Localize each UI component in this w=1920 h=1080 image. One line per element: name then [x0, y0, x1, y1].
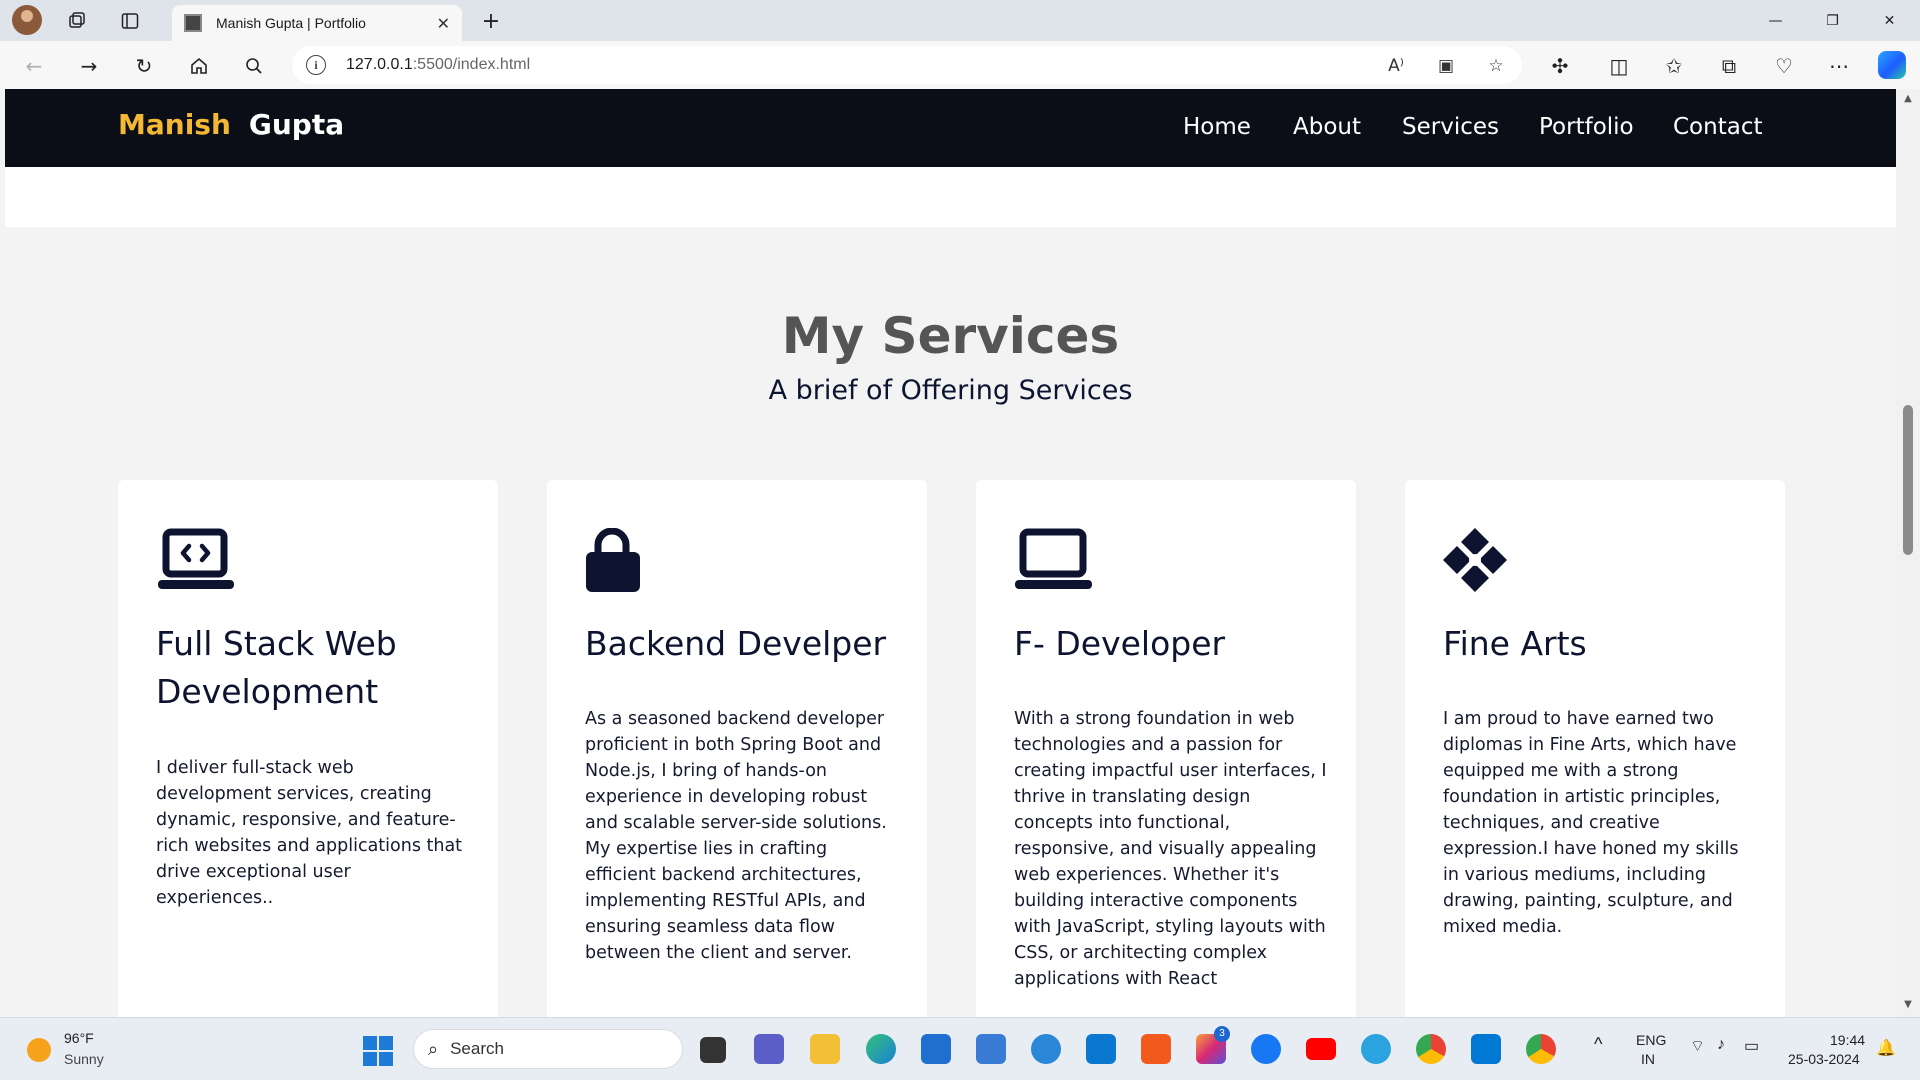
myhp-icon[interactable] [976, 1034, 1006, 1064]
tab-favicon [184, 14, 202, 32]
battery-icon[interactable]: ▭ [1744, 1036, 1759, 1056]
wifi-icon[interactable]: ⌔ [1690, 1036, 1705, 1056]
task-view-icon[interactable] [700, 1037, 726, 1063]
scrollbar-thumb[interactable] [1903, 405, 1913, 555]
vertical-scrollbar[interactable]: ▲ ▼ [1896, 89, 1920, 1017]
search-icon[interactable] [240, 52, 268, 80]
url-bar[interactable]: i 127.0.0.1:5500/index.html A⁾ ▣ ☆ [292, 46, 1522, 84]
cortana-icon[interactable] [1086, 1034, 1116, 1064]
address-toolbar: ← → ↻ i 127.0.0.1:5500/index.html A⁾ ▣ ☆… [0, 41, 1920, 89]
chrome-icon[interactable] [1416, 1034, 1446, 1064]
services-subtitle: A brief of Offering Services [768, 375, 1133, 406]
edge-icon[interactable] [866, 1034, 896, 1064]
services-title: My Services [781, 307, 1120, 365]
chrome-profile-icon[interactable] [1526, 1034, 1556, 1064]
instagram-badge: 3 [1214, 1026, 1230, 1042]
immersive-reader-icon[interactable]: ▣ [1432, 54, 1460, 78]
lock-icon [586, 528, 640, 592]
volume-icon[interactable]: ♪ [1717, 1036, 1725, 1054]
telegram-icon[interactable] [1361, 1034, 1391, 1064]
language-line2[interactable]: IN [1641, 1051, 1655, 1067]
service-card-fullstack: Full Stack Web Development I deliver ful… [118, 480, 498, 1017]
teams-icon[interactable] [754, 1034, 784, 1064]
weather-sun-icon[interactable] [27, 1038, 51, 1062]
search-icon: ⌕ [428, 1038, 439, 1060]
service-title: F- Developer [1014, 624, 1226, 663]
store-icon[interactable] [921, 1034, 951, 1064]
url-text[interactable]: 127.0.0.1:5500/index.html [346, 56, 530, 74]
back-icon[interactable]: ← [20, 52, 48, 80]
read-aloud-icon[interactable]: A⁾ [1382, 54, 1410, 78]
active-tab[interactable]: Manish Gupta | Portfolio ✕ [172, 5, 462, 41]
profile-avatar[interactable] [12, 5, 42, 35]
copilot-icon[interactable] [1878, 51, 1906, 79]
service-description: As a seasoned backend developer proficie… [585, 709, 887, 963]
previous-section-edge [5, 167, 1896, 227]
weather-description[interactable]: Sunny [64, 1051, 104, 1067]
favorite-star-icon[interactable]: ☆ [1482, 54, 1510, 78]
tab-close-icon[interactable]: ✕ [437, 14, 450, 33]
site-info-icon[interactable]: i [306, 55, 326, 75]
browser-essentials-icon[interactable]: ♡ [1770, 52, 1798, 80]
service-card-finearts: Fine Arts I am proud to have earned two … [1405, 480, 1785, 1017]
vscode-icon[interactable] [1471, 1034, 1501, 1064]
tab-title: Manish Gupta | Portfolio [216, 15, 366, 31]
minimize-button[interactable]: — [1748, 0, 1803, 41]
show-hidden-icons[interactable]: ^ [1594, 1034, 1602, 1055]
site-navbar: Manish Gupta Home About Services Portfoli… [5, 89, 1896, 167]
brand-last-name: Gupta [248, 108, 345, 141]
home-icon[interactable] [185, 52, 213, 80]
vertical-tabs-icon[interactable] [117, 8, 143, 34]
service-title: Full Stack Web Development [156, 624, 397, 711]
taskbar-search[interactable]: ⌕ Search [413, 1029, 683, 1069]
restore-button[interactable]: ❐ [1805, 0, 1860, 41]
youtube-icon[interactable] [1306, 1038, 1336, 1060]
service-title: Backend Develper [585, 624, 887, 663]
laptop-icon [1015, 528, 1092, 589]
service-description: With a strong foundation in web technolo… [1014, 709, 1327, 989]
browser-tab-bar: Manish Gupta | Portfolio ✕ + — ❐ ✕ [0, 0, 1920, 41]
weather-temperature[interactable]: 96°F [64, 1030, 94, 1046]
page-viewport: Manish Gupta Home About Services Portfoli… [5, 89, 1896, 1017]
extensions-icon[interactable]: ✣ [1546, 52, 1574, 80]
service-card-frontend: F- Developer With a strong foundation in… [976, 480, 1356, 1017]
start-button[interactable] [363, 1036, 393, 1066]
windows-taskbar: 96°F Sunny ⌕ Search 3 ^ ENG IN ⌔ ♪ ▭ 19:… [0, 1017, 1920, 1080]
diamond-pattern-icon [1443, 528, 1507, 592]
taskbar-search-label: Search [450, 1039, 504, 1058]
nav-home[interactable]: Home [1183, 114, 1251, 140]
nav-services[interactable]: Services [1402, 114, 1499, 140]
scroll-up-arrow-icon[interactable]: ▲ [1901, 93, 1915, 104]
refresh-icon[interactable]: ↻ [130, 52, 158, 80]
scroll-down-arrow-icon[interactable]: ▼ [1901, 999, 1915, 1010]
more-options-icon[interactable]: ⋯ [1825, 52, 1853, 80]
collections-icon[interactable]: ⧉ [1715, 52, 1743, 80]
brand-first-name: Manish [118, 108, 231, 141]
clock-time[interactable]: 19:44 [1830, 1032, 1865, 1048]
forward-icon[interactable]: → [75, 52, 103, 80]
nav-contact[interactable]: Contact [1673, 114, 1762, 140]
language-line1[interactable]: ENG [1636, 1032, 1666, 1048]
brand-logo[interactable]: Manish Gupta [118, 108, 344, 141]
notifications-icon[interactable]: 🔔 [1876, 1038, 1896, 1058]
split-screen-icon[interactable]: ◫ [1605, 52, 1633, 80]
brave-icon[interactable] [1141, 1034, 1171, 1064]
service-card-backend: Backend Develper As a seasoned backend d… [547, 480, 927, 1017]
clock-date[interactable]: 25-03-2024 [1788, 1051, 1860, 1067]
file-explorer-icon[interactable] [810, 1034, 840, 1064]
service-title: Fine Arts [1443, 624, 1587, 663]
nav-about[interactable]: About [1293, 114, 1361, 140]
service-description: I am proud to have earned two diplomas i… [1443, 709, 1739, 937]
new-tab-button[interactable]: + [478, 8, 504, 34]
close-window-button[interactable]: ✕ [1862, 0, 1917, 41]
service-description: I deliver full-stack web development ser… [156, 758, 463, 908]
app-icon[interactable] [1031, 1034, 1061, 1064]
favorites-icon[interactable]: ✩ [1660, 52, 1688, 80]
facebook-icon[interactable] [1251, 1034, 1281, 1064]
workspaces-icon[interactable] [64, 8, 90, 34]
laptop-code-icon [158, 528, 234, 589]
nav-portfolio[interactable]: Portfolio [1539, 114, 1634, 140]
